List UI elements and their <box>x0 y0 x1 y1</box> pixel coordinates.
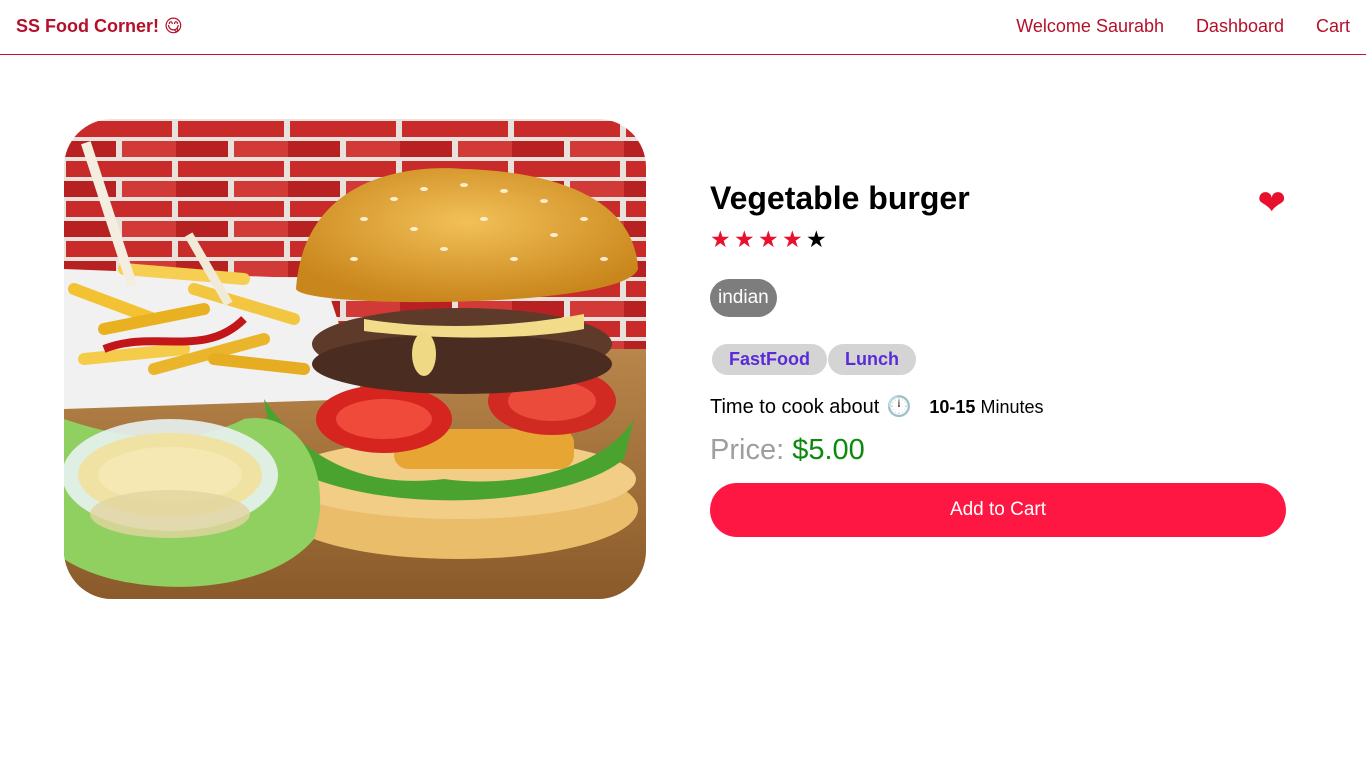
cook-time: Time to cook about 🕛 10-15 Minutes <box>710 393 1043 419</box>
star-filled-icon: ★ <box>758 227 779 253</box>
tag-lunch[interactable]: Lunch <box>828 344 916 375</box>
yum-face-icon: 😋 <box>164 16 183 37</box>
star-filled-icon: ★ <box>734 227 755 253</box>
price-value: $5.00 <box>792 434 865 466</box>
nav-welcome-user[interactable]: Welcome Saurabh <box>1016 16 1164 37</box>
food-name: Vegetable burger <box>710 180 970 216</box>
brand-name: SS Food Corner! <box>16 16 159 36</box>
brand-logo-link[interactable]: SS Food Corner! 😋 <box>16 16 183 37</box>
clock-icon: 🕛 <box>886 394 912 418</box>
cook-time-unit: Minutes <box>980 397 1044 417</box>
star-filled-icon: ★ <box>782 227 803 253</box>
add-to-cart-button[interactable]: Add to Cart <box>710 483 1286 537</box>
nav-dashboard[interactable]: Dashboard <box>1196 16 1284 37</box>
food-tags: FastFood Lunch <box>712 344 917 375</box>
rating-stars: ★ ★ ★ ★ ★ <box>710 228 830 252</box>
cook-time-duration: 10-15 Minutes <box>929 397 1043 417</box>
cook-time-range: 10-15 <box>929 397 976 417</box>
star-filled-icon: ★ <box>710 227 731 253</box>
top-navbar: SS Food Corner! 😋 Welcome Saurabh Dashbo… <box>0 0 1366 55</box>
heart-icon[interactable]: ❤ <box>1258 184 1287 222</box>
price-label: Price: <box>710 434 785 466</box>
star-empty-icon: ★ <box>806 227 827 253</box>
tag-fastfood[interactable]: FastFood <box>712 344 827 375</box>
nav-cart[interactable]: Cart <box>1316 16 1350 37</box>
food-image <box>64 119 646 599</box>
cook-time-label: Time to cook about <box>710 396 880 418</box>
origin-badge: indian <box>710 279 777 317</box>
price: Price: $5.00 <box>710 433 865 467</box>
